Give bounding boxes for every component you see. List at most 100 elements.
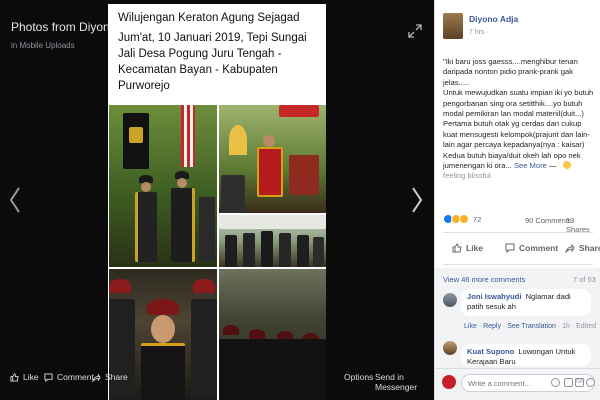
- author-avatar[interactable]: [443, 13, 463, 39]
- soldier: [279, 233, 291, 267]
- photo-heading: Wilujengan Keraton Agung Sejagad: [118, 12, 300, 24]
- white-banners: [219, 215, 326, 229]
- like-label: Like: [466, 243, 484, 253]
- emoji-icon[interactable]: [551, 378, 560, 387]
- divider: [443, 232, 593, 233]
- soldier-body: [199, 197, 215, 261]
- options-button[interactable]: Options: [344, 372, 373, 382]
- photo-caption-area: Wilujengan Keraton Agung Sejagad Jum'at,…: [108, 4, 326, 104]
- author-name[interactable]: Diyono Adja: [469, 14, 518, 24]
- thumbs-up-icon: [452, 243, 462, 253]
- theater-share-button[interactable]: Share: [92, 372, 128, 382]
- album-link[interactable]: in Mobile Uploads: [11, 41, 75, 50]
- share-arrow-icon: [565, 243, 575, 253]
- dash-separator: —: [549, 161, 559, 171]
- wow-reaction-icon: [459, 214, 469, 224]
- like-button[interactable]: Like: [452, 243, 483, 253]
- soldier-face: [151, 315, 175, 343]
- previous-photo-arrow-icon[interactable]: [8, 186, 22, 214]
- reaction-count: 72: [473, 214, 482, 224]
- commenter-name[interactable]: Joni Iswahyudi: [467, 292, 521, 301]
- comment-composer: GIF: [435, 368, 600, 400]
- red-beret: [193, 279, 215, 293]
- comment-actions: Like · Reply · See Translation · 1h · Ed…: [464, 323, 596, 330]
- theater-comment-label: Comment: [57, 372, 94, 382]
- theater-share-label: Share: [105, 372, 128, 382]
- photo-tile-king: [219, 105, 326, 213]
- soldier: [313, 237, 324, 267]
- next-photo-arrow-icon[interactable]: [410, 186, 424, 214]
- king-red-uniform: [257, 147, 283, 197]
- post-timestamp[interactable]: 7 hrs ·: [469, 29, 489, 36]
- comment-pagination: 7 of 53: [573, 275, 596, 284]
- audience-globe-icon: ·: [486, 29, 489, 36]
- share-label: Share: [579, 243, 600, 253]
- soldier-right: [191, 299, 217, 399]
- camera-icon[interactable]: [564, 378, 573, 387]
- theater-like-button[interactable]: Like: [10, 372, 39, 382]
- post-text-line: Kedua butuh biaya/duit okeh lah opo nek …: [443, 150, 581, 171]
- comment-button[interactable]: Comment: [505, 243, 558, 253]
- soldier: [261, 231, 273, 267]
- red-beret: [109, 279, 131, 293]
- post-side-panel: Diyono Adja 7 hrs · "Iki baru joss gaess…: [434, 0, 600, 400]
- red-canopy: [279, 105, 319, 117]
- expand-icon[interactable]: [408, 24, 422, 38]
- commenter-avatar[interactable]: [443, 341, 457, 355]
- see-translation-link[interactable]: See Translation: [507, 323, 556, 330]
- soldier: [243, 233, 255, 267]
- theater-comment-button[interactable]: Comment: [44, 372, 94, 382]
- blissful-emoji-icon: [562, 161, 571, 170]
- more-photos-overlay[interactable]: [219, 269, 326, 400]
- soldier-body: [135, 192, 157, 262]
- share-button[interactable]: Share: [565, 243, 600, 253]
- divider: [443, 264, 593, 265]
- post-text: "Iki baru joss gaesss....menghibur tenan…: [443, 57, 595, 182]
- soldier-face: [177, 178, 187, 188]
- soldier-uniform: [141, 343, 185, 400]
- photo-theater: Photos from Diyono Adja's post in Mobile…: [0, 0, 434, 400]
- send-in-messenger-button[interactable]: Send in Messenger: [375, 372, 434, 392]
- banner-emblem: [129, 127, 143, 143]
- comment-bubble: Kuat Supono Lowongan Untuk Kerajaan Baru: [461, 344, 591, 366]
- soldier-body: [171, 188, 195, 262]
- post-time-label: 7 hrs: [469, 29, 485, 36]
- comment-like-link[interactable]: Like: [464, 323, 477, 330]
- attendant: [221, 175, 245, 213]
- post-text-line: "Iki baru joss gaesss....menghibur tenan…: [443, 57, 578, 87]
- post-photo[interactable]: Wilujengan Keraton Agung Sejagad Jum'at,…: [108, 4, 326, 400]
- soldier-left: [109, 299, 135, 399]
- striped-flag: [181, 105, 195, 167]
- commenter-name[interactable]: Kuat Supono: [467, 347, 514, 356]
- comments-section: View 46 more comments 7 of 53 Joni Iswah…: [435, 268, 600, 368]
- photo-tile-marching: [219, 215, 326, 267]
- current-user-avatar: [442, 375, 456, 389]
- king-face: [263, 135, 275, 147]
- comment-edited-label: Edited: [576, 323, 596, 330]
- red-beret: [147, 299, 179, 315]
- photo-tile-flag-bearers: [109, 105, 217, 267]
- comment-bubble-icon: [44, 372, 53, 382]
- soldier: [225, 235, 237, 267]
- sticker-icon[interactable]: [586, 378, 595, 387]
- reactions-summary[interactable]: 72: [443, 214, 481, 224]
- share-arrow-icon: [92, 372, 101, 382]
- queen-figure: [289, 155, 319, 195]
- view-more-comments-link[interactable]: View 46 more comments: [443, 275, 525, 284]
- soldier-face: [141, 182, 151, 192]
- post-text-line-last: Kedua butuh biaya/duit okeh lah opo nek …: [443, 151, 595, 182]
- post-text-line: Untuk mewujudkan suatu impian iki yo but…: [443, 88, 594, 119]
- comments-count-link[interactable]: 90 Comments: [525, 216, 572, 225]
- see-more-link[interactable]: See More: [514, 161, 547, 170]
- comment-reply-link[interactable]: Reply: [483, 323, 501, 330]
- comment-time[interactable]: 1h: [562, 323, 570, 330]
- comment-bubble: Joni Iswahyudi Nglamar dadi patih sesuk …: [461, 289, 591, 316]
- post-text-line: Pertama butuh otak yg cerdas dan cukup k…: [443, 119, 590, 150]
- commenter-avatar[interactable]: [443, 293, 457, 307]
- soldier: [297, 235, 309, 267]
- theater-like-label: Like: [23, 372, 39, 382]
- golden-umbrella: [229, 125, 247, 155]
- comment-label: Comment: [519, 243, 559, 253]
- thumbs-up-icon: [10, 372, 19, 382]
- gif-icon[interactable]: GIF: [575, 378, 584, 387]
